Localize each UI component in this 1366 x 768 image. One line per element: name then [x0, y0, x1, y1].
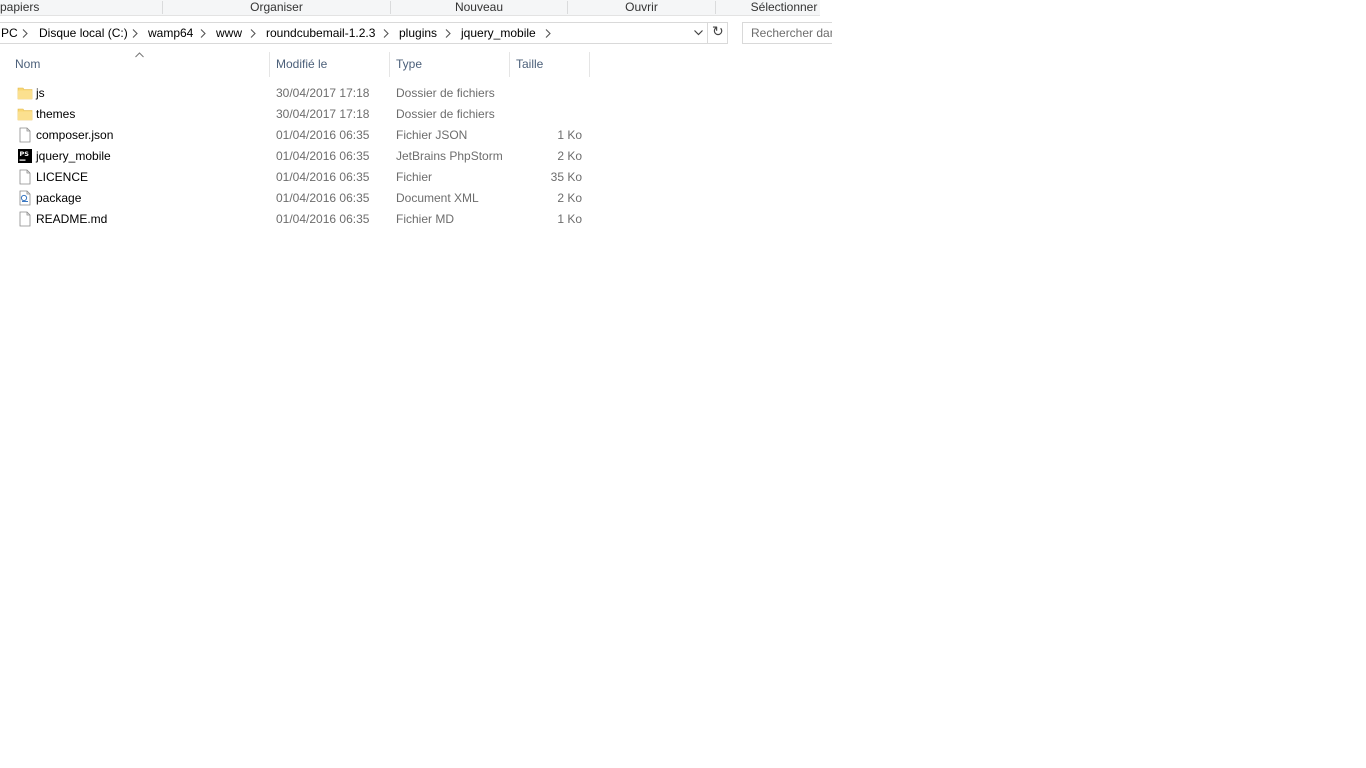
- breadcrumb-pc[interactable]: PC: [1, 23, 18, 43]
- file-row[interactable]: package 01/04/2016 06:35 Document XML 2 …: [0, 188, 600, 209]
- chevron-right-icon[interactable]: [543, 23, 553, 43]
- svg-text:PS: PS: [20, 150, 30, 158]
- file-name: README.md: [36, 212, 108, 226]
- file-name: package: [36, 191, 82, 205]
- breadcrumb-www[interactable]: www: [216, 23, 242, 43]
- file-icon: [19, 169, 31, 185]
- ribbon-group-clipboard: papiers: [0, 0, 40, 14]
- breadcrumb-jquery-mobile[interactable]: jquery_mobile: [461, 23, 536, 43]
- ribbon-group-labels: papiers Organiser Nouveau Ouvrir Sélecti…: [0, 0, 820, 16]
- file-type: Dossier de fichiers: [396, 86, 495, 100]
- column-header-name[interactable]: Nom: [9, 52, 269, 77]
- breadcrumb-roundcubemail[interactable]: roundcubemail-1.2.3: [266, 23, 375, 43]
- xml-file-icon: [19, 190, 31, 206]
- ribbon-group-organize: Organiser: [250, 0, 303, 14]
- ribbon-group-new: Nouveau: [454, 0, 504, 14]
- chevron-right-icon[interactable]: [443, 23, 453, 43]
- chevron-right-icon[interactable]: [248, 23, 258, 43]
- chevron-right-icon[interactable]: [198, 23, 208, 43]
- chevron-right-icon[interactable]: [130, 23, 140, 43]
- file-size: 2 Ko: [557, 191, 582, 205]
- column-header-modified[interactable]: Modifié le: [270, 52, 389, 77]
- phpstorm-icon: PS: [18, 149, 32, 163]
- file-name: composer.json: [36, 128, 114, 142]
- breadcrumb-plugins[interactable]: plugins: [399, 23, 437, 43]
- file-name: themes: [36, 107, 76, 121]
- file-modified: 01/04/2016 06:35: [276, 170, 370, 184]
- file-type: JetBrains PhpStorm: [396, 149, 503, 163]
- file-type: Fichier JSON: [396, 128, 468, 142]
- column-header-name-label: Nom: [15, 57, 41, 71]
- refresh-button[interactable]: ↻: [707, 23, 728, 43]
- file-row[interactable]: PS jquery_mobile 01/04/2016 06:35 JetBra…: [0, 146, 600, 167]
- refresh-icon: ↻: [712, 24, 724, 40]
- file-row[interactable]: themes 30/04/2017 17:18 Dossier de fichi…: [0, 104, 600, 125]
- file-size: 1 Ko: [557, 128, 582, 142]
- ribbon-group-open: Ouvrir: [625, 0, 658, 14]
- file-type: Dossier de fichiers: [396, 107, 495, 121]
- chevron-right-icon[interactable]: [20, 23, 30, 43]
- file-modified: 30/04/2017 17:18: [276, 107, 370, 121]
- file-icon: [19, 211, 31, 227]
- file-modified: 01/04/2016 06:35: [276, 149, 370, 163]
- file-row[interactable]: js 30/04/2017 17:18 Dossier de fichiers: [0, 83, 600, 104]
- file-size: [510, 83, 582, 104]
- file-size: [510, 104, 582, 125]
- address-bar[interactable]: PC Disque local (C:) wamp64 www roundcub…: [0, 22, 728, 44]
- search-input[interactable]: [743, 23, 832, 43]
- breadcrumb-wamp64[interactable]: wamp64: [148, 23, 193, 43]
- column-divider[interactable]: [589, 52, 590, 77]
- column-header-modified-label: Modifié le: [276, 57, 328, 71]
- file-modified: 01/04/2016 06:35: [276, 191, 370, 205]
- file-size: 1 Ko: [557, 212, 582, 226]
- file-size: 35 Ko: [550, 170, 582, 184]
- address-history-dropdown[interactable]: [689, 23, 707, 43]
- column-header-size-label: Taille: [516, 57, 544, 71]
- breadcrumb-local-disk[interactable]: Disque local (C:): [39, 23, 128, 43]
- file-name: LICENCE: [36, 170, 89, 184]
- file-type: Document XML: [396, 191, 479, 205]
- file-row[interactable]: composer.json 01/04/2016 06:35 Fichier J…: [0, 125, 600, 146]
- file-modified: 01/04/2016 06:35: [276, 212, 370, 226]
- ribbon-group-select: Sélectionner: [750, 0, 818, 14]
- column-header-type[interactable]: Type: [390, 52, 509, 77]
- file-name: jquery_mobile: [36, 149, 111, 163]
- column-header-size[interactable]: Taille: [510, 52, 589, 77]
- search-box[interactable]: [742, 22, 832, 44]
- column-headers: Nom Modifié le Type Taille: [0, 52, 820, 77]
- file-name: js: [36, 86, 45, 100]
- file-row[interactable]: README.md 01/04/2016 06:35 Fichier MD 1 …: [0, 209, 600, 230]
- file-size: 2 Ko: [557, 149, 582, 163]
- file-row[interactable]: LICENCE 01/04/2016 06:35 Fichier 35 Ko: [0, 167, 600, 188]
- file-type: Fichier: [396, 170, 433, 184]
- folder-icon: [17, 108, 33, 121]
- file-explorer-window: papiers Organiser Nouveau Ouvrir Sélecti…: [0, 0, 832, 768]
- chevron-down-icon: [694, 30, 703, 36]
- file-modified: 30/04/2017 17:18: [276, 86, 370, 100]
- address-row: PC Disque local (C:) wamp64 www roundcub…: [0, 16, 832, 51]
- chevron-right-icon[interactable]: [381, 23, 391, 43]
- file-type: Fichier MD: [396, 212, 455, 226]
- file-icon: [19, 127, 31, 143]
- folder-icon: [17, 87, 33, 100]
- file-modified: 01/04/2016 06:35: [276, 128, 370, 142]
- column-header-type-label: Type: [396, 57, 423, 71]
